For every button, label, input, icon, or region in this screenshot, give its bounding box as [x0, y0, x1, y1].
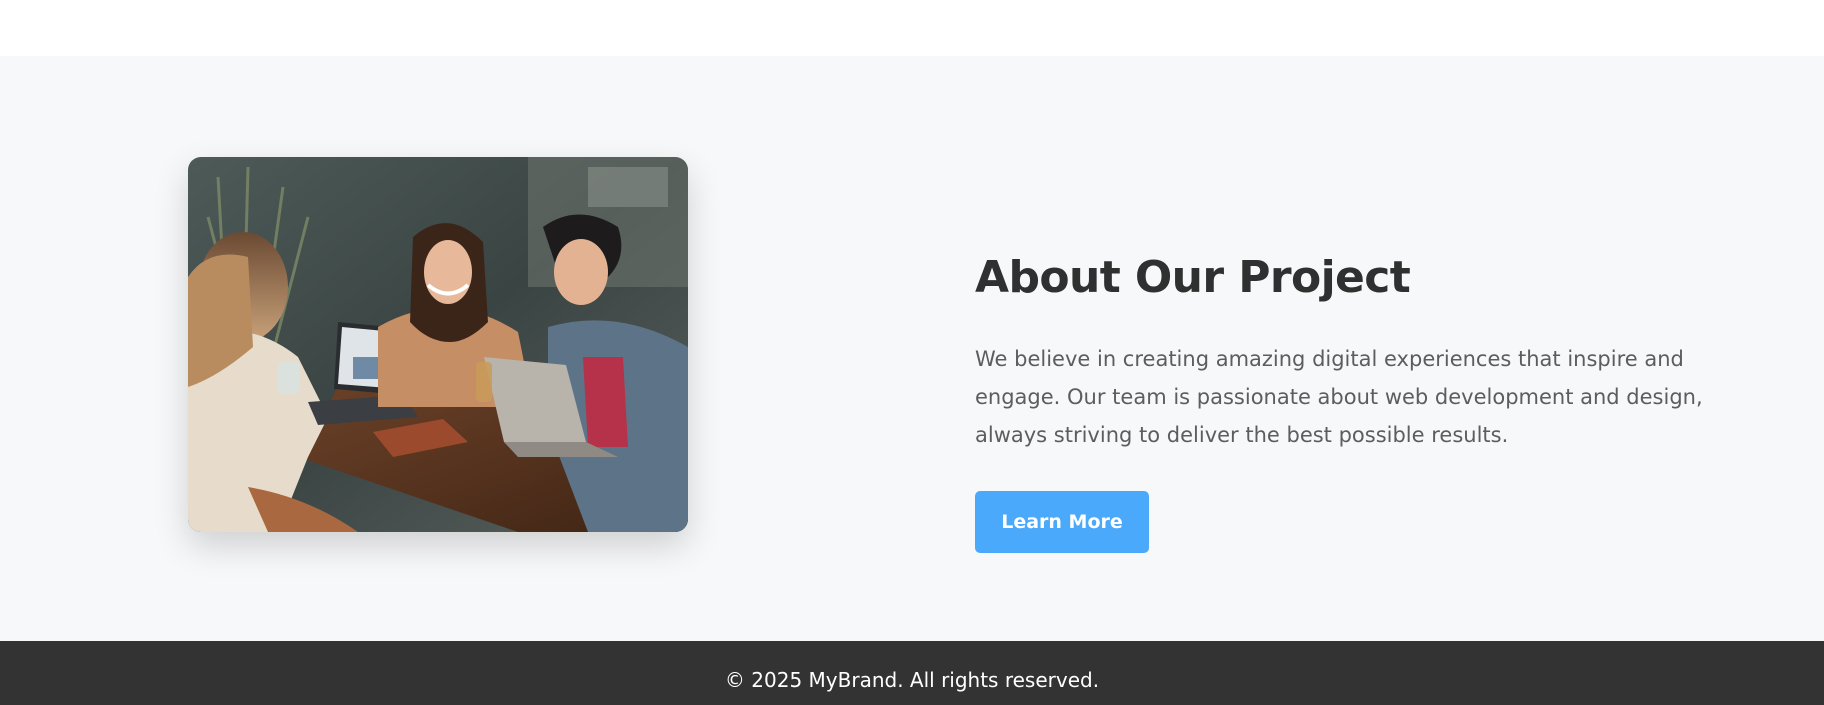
learn-more-button[interactable]: Learn More [975, 490, 1149, 553]
about-title: About Our Project [975, 252, 1411, 303]
about-description: We believe in creating amazing digital e… [975, 346, 1703, 447]
team-photo-illustration [188, 157, 688, 532]
about-section: About Our Project We believe in creating… [0, 56, 1824, 641]
site-footer: © 2025 MyBrand. All rights reserved. [0, 641, 1824, 705]
top-strip [0, 0, 1824, 56]
about-content: About Our Project We believe in creating… [975, 252, 1705, 553]
footer-copyright: © 2025 MyBrand. All rights reserved. [724, 668, 1100, 692]
team-photo [188, 157, 688, 532]
